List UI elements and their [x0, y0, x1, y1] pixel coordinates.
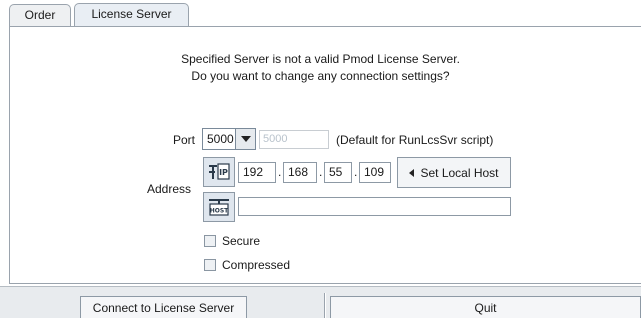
tab-order[interactable]: Order — [9, 4, 71, 26]
host-name-field[interactable] — [238, 197, 511, 216]
connect-to-license-server-button[interactable]: Connect to License Server — [80, 296, 247, 318]
compressed-label: Compressed — [222, 258, 291, 272]
tab-bar: Order License Server — [0, 0, 641, 27]
host-icon: HOST — [209, 199, 229, 216]
quit-button[interactable]: Quit — [330, 296, 641, 318]
ip-octet-2[interactable]: 168 — [283, 162, 317, 183]
button-bar: Connect to License Server Quit — [0, 286, 641, 318]
port-field[interactable]: 5000 — [259, 130, 329, 149]
chevron-down-icon — [240, 136, 251, 142]
secure-label: Secure — [222, 234, 261, 248]
arrow-left-icon — [409, 168, 415, 177]
port-dropdown-button[interactable] — [235, 129, 255, 149]
ip-dot: . — [354, 165, 358, 179]
error-message-line-2: Do you want to change any connection set… — [191, 69, 450, 83]
port-select[interactable]: 5000 — [202, 128, 256, 150]
ip-dot: . — [278, 165, 282, 179]
ip-dot: . — [319, 165, 323, 179]
compressed-checkbox[interactable] — [204, 259, 216, 271]
address-label: Address — [147, 182, 192, 196]
ip-octet-4[interactable]: 109 — [359, 162, 391, 183]
set-local-host-label: Set Local Host — [420, 165, 499, 180]
set-local-host-button[interactable]: Set Local Host — [397, 157, 511, 188]
ip-octet-1[interactable]: 192 — [238, 162, 276, 183]
ip-octet-3[interactable]: 55 — [324, 162, 352, 183]
ip-mode-button[interactable]: IP — [203, 157, 235, 187]
host-mode-button[interactable]: HOST — [203, 192, 235, 222]
secure-checkbox[interactable] — [204, 235, 216, 247]
network-ip-icon: IP — [209, 163, 230, 180]
port-label: Port — [173, 133, 196, 147]
button-separator — [324, 293, 326, 318]
tab-license-server[interactable]: License Server — [74, 3, 189, 27]
port-select-value: 5000 — [207, 132, 234, 146]
error-message-line-1: Specified Server is not a valid Pmod Lic… — [181, 52, 460, 66]
svg-text:HOST: HOST — [210, 208, 229, 215]
svg-text:IP: IP — [219, 168, 228, 177]
port-default-hint: (Default for RunLcsSvr script) — [336, 133, 494, 147]
